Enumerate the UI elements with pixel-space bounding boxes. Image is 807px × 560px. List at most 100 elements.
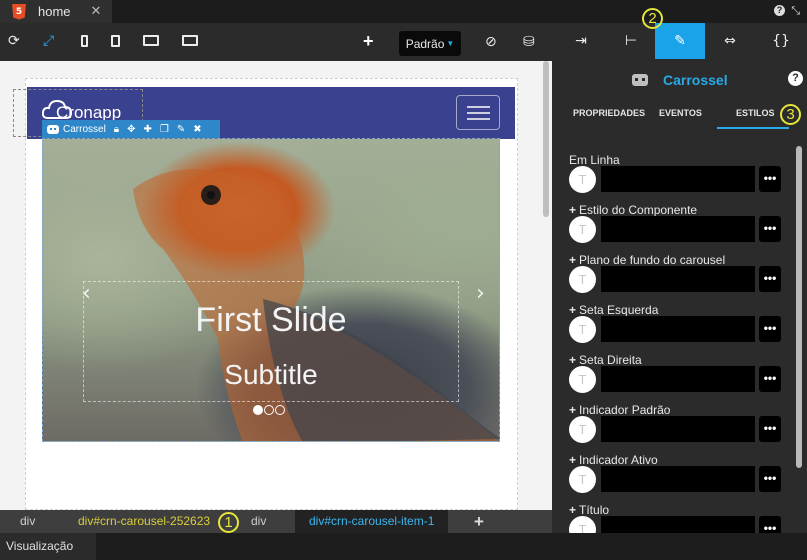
caret-down-icon: ▼: [446, 39, 455, 48]
plus-icon[interactable]: +: [569, 503, 576, 517]
minimize-icon[interactable]: ⤡: [791, 4, 800, 18]
theme-select-value: Padrão: [405, 36, 445, 51]
more-options-button[interactable]: •••: [759, 516, 781, 533]
more-options-button[interactable]: •••: [759, 166, 781, 192]
more-options-button[interactable]: •••: [759, 466, 781, 492]
hamburger-button[interactable]: [456, 95, 500, 130]
more-options-button[interactable]: •••: [759, 216, 781, 242]
property-label: + Indicador Ativo: [569, 453, 658, 467]
active-tab-indicator: [717, 127, 789, 129]
tab-estilos[interactable]: ESTILOS: [736, 108, 775, 118]
text-style-icon[interactable]: T: [569, 166, 596, 193]
property-label: + Seta Direita: [569, 353, 642, 367]
slide-title[interactable]: First Slide: [42, 301, 500, 340]
refresh-icon[interactable]: ⟳: [8, 33, 20, 49]
property-input[interactable]: [601, 466, 755, 492]
indicator-dot[interactable]: [275, 405, 285, 415]
move-icon[interactable]: ✥: [127, 124, 135, 135]
delete-icon[interactable]: ✖: [193, 124, 201, 135]
resize-icon[interactable]: ⇔: [705, 23, 755, 59]
plus-icon[interactable]: +: [569, 403, 576, 417]
fullscreen-icon[interactable]: ⤢: [43, 33, 54, 49]
magic-icon[interactable]: ✎: [177, 124, 185, 135]
breadcrumb-item[interactable]: div: [251, 510, 266, 533]
database-icon[interactable]: ⛁: [523, 34, 535, 50]
robot-icon: [632, 74, 648, 86]
text-style-icon[interactable]: T: [569, 316, 596, 343]
more-options-button[interactable]: •••: [759, 416, 781, 442]
plus-icon[interactable]: +: [569, 253, 576, 267]
property-input[interactable]: [601, 166, 755, 192]
property-row: + Seta Direita T •••: [569, 353, 794, 403]
breadcrumb-item[interactable]: div: [20, 510, 35, 533]
plus-icon[interactable]: +: [569, 453, 576, 467]
html5-icon: 5: [12, 3, 26, 20]
more-options-button[interactable]: •••: [759, 366, 781, 392]
tablet-icon[interactable]: [111, 35, 120, 47]
property-input[interactable]: [601, 416, 755, 442]
app-window: 5 home ✕ ? ⤡ ⟳ ⤢ + Padrão ▼ ⊘ ⛁ Cronapp: [0, 0, 807, 560]
style-properties-list: Em Linha T ••• + Estilo do Componente T •…: [556, 145, 796, 533]
component-header: Carrossel ?: [556, 71, 807, 91]
property-row: Em Linha T •••: [569, 153, 794, 203]
desktop-icon[interactable]: [143, 35, 159, 46]
lock-icon[interactable]: 🔒︎: [114, 124, 119, 135]
property-row: + Seta Esquerda T •••: [569, 303, 794, 353]
help-icon[interactable]: ?: [774, 5, 785, 16]
component-title: Carrossel: [663, 72, 728, 88]
component-toolbar[interactable]: Carrossel 🔒︎ ✥ ✚ ❐ ✎ ✖: [42, 120, 220, 138]
text-style-icon[interactable]: T: [569, 266, 596, 293]
close-icon[interactable]: ✕: [91, 4, 102, 19]
breadcrumb-item[interactable]: div#crn-carousel-252623: [78, 510, 210, 533]
tab-home[interactable]: 5 home ✕: [0, 0, 112, 23]
brush-icon[interactable]: ✎: [655, 23, 705, 59]
text-style-icon[interactable]: T: [569, 516, 596, 533]
property-row: + Indicador Padrão T •••: [569, 403, 794, 453]
robot-icon: [47, 124, 59, 134]
slide-subtitle[interactable]: Subtitle: [42, 359, 500, 391]
indicator-dot[interactable]: [264, 405, 274, 415]
hide-icon[interactable]: ⊘: [485, 34, 497, 50]
property-label: + Estilo do Componente: [569, 203, 698, 217]
annotation-marker-3: 3: [780, 104, 801, 125]
import-icon[interactable]: ⇥: [556, 23, 606, 59]
property-input[interactable]: [601, 366, 755, 392]
text-style-icon[interactable]: T: [569, 466, 596, 493]
monitor-icon[interactable]: [182, 35, 198, 46]
tab-propriedades[interactable]: PROPRIEDADES: [573, 108, 645, 118]
more-options-button[interactable]: •••: [759, 266, 781, 292]
breadcrumb-item-active[interactable]: div#crn-carousel-item-1: [295, 510, 449, 533]
property-input[interactable]: [601, 216, 755, 242]
text-style-icon[interactable]: T: [569, 366, 596, 393]
plus-icon[interactable]: +: [569, 203, 576, 217]
property-row: + Estilo do Componente T •••: [569, 203, 794, 253]
phone-icon[interactable]: [81, 35, 88, 47]
text-style-icon[interactable]: T: [569, 416, 596, 443]
canvas-scrollbar[interactable]: [543, 61, 549, 217]
panel-scrollbar[interactable]: [796, 146, 802, 468]
tab-eventos[interactable]: EVENTOS: [659, 108, 702, 118]
property-input[interactable]: [601, 316, 755, 342]
property-label: + Plano de fundo do carousel: [569, 253, 726, 267]
property-label: + Indicador Padrão: [569, 403, 671, 417]
property-label: + Título: [569, 503, 610, 517]
property-label: + Seta Esquerda: [569, 303, 659, 317]
more-options-button[interactable]: •••: [759, 316, 781, 342]
plus-icon[interactable]: +: [569, 303, 576, 317]
add-breadcrumb-button[interactable]: +: [474, 512, 484, 532]
theme-select[interactable]: Padrão ▼: [399, 31, 461, 56]
plus-icon[interactable]: +: [569, 353, 576, 367]
code-icon[interactable]: {}: [756, 23, 806, 59]
help-icon[interactable]: ?: [788, 71, 803, 86]
text-style-icon[interactable]: T: [569, 216, 596, 243]
editor-toolbar: ⟳ ⤢ + Padrão ▼ ⊘ ⛁: [0, 23, 552, 61]
indicator-dot[interactable]: [253, 405, 263, 415]
copy-icon[interactable]: ❐: [160, 124, 169, 135]
property-input[interactable]: [601, 516, 755, 533]
tab-visualizacao[interactable]: Visualização: [0, 533, 96, 560]
add-button[interactable]: +: [363, 31, 374, 52]
design-canvas[interactable]: Cronapp Carrossel 🔒︎ ✥ ✚ ❐ ✎ ✖ ‹ › First…: [0, 61, 552, 510]
property-input[interactable]: [601, 266, 755, 292]
add-icon[interactable]: ✚: [144, 124, 152, 135]
property-label: Em Linha: [569, 153, 620, 167]
